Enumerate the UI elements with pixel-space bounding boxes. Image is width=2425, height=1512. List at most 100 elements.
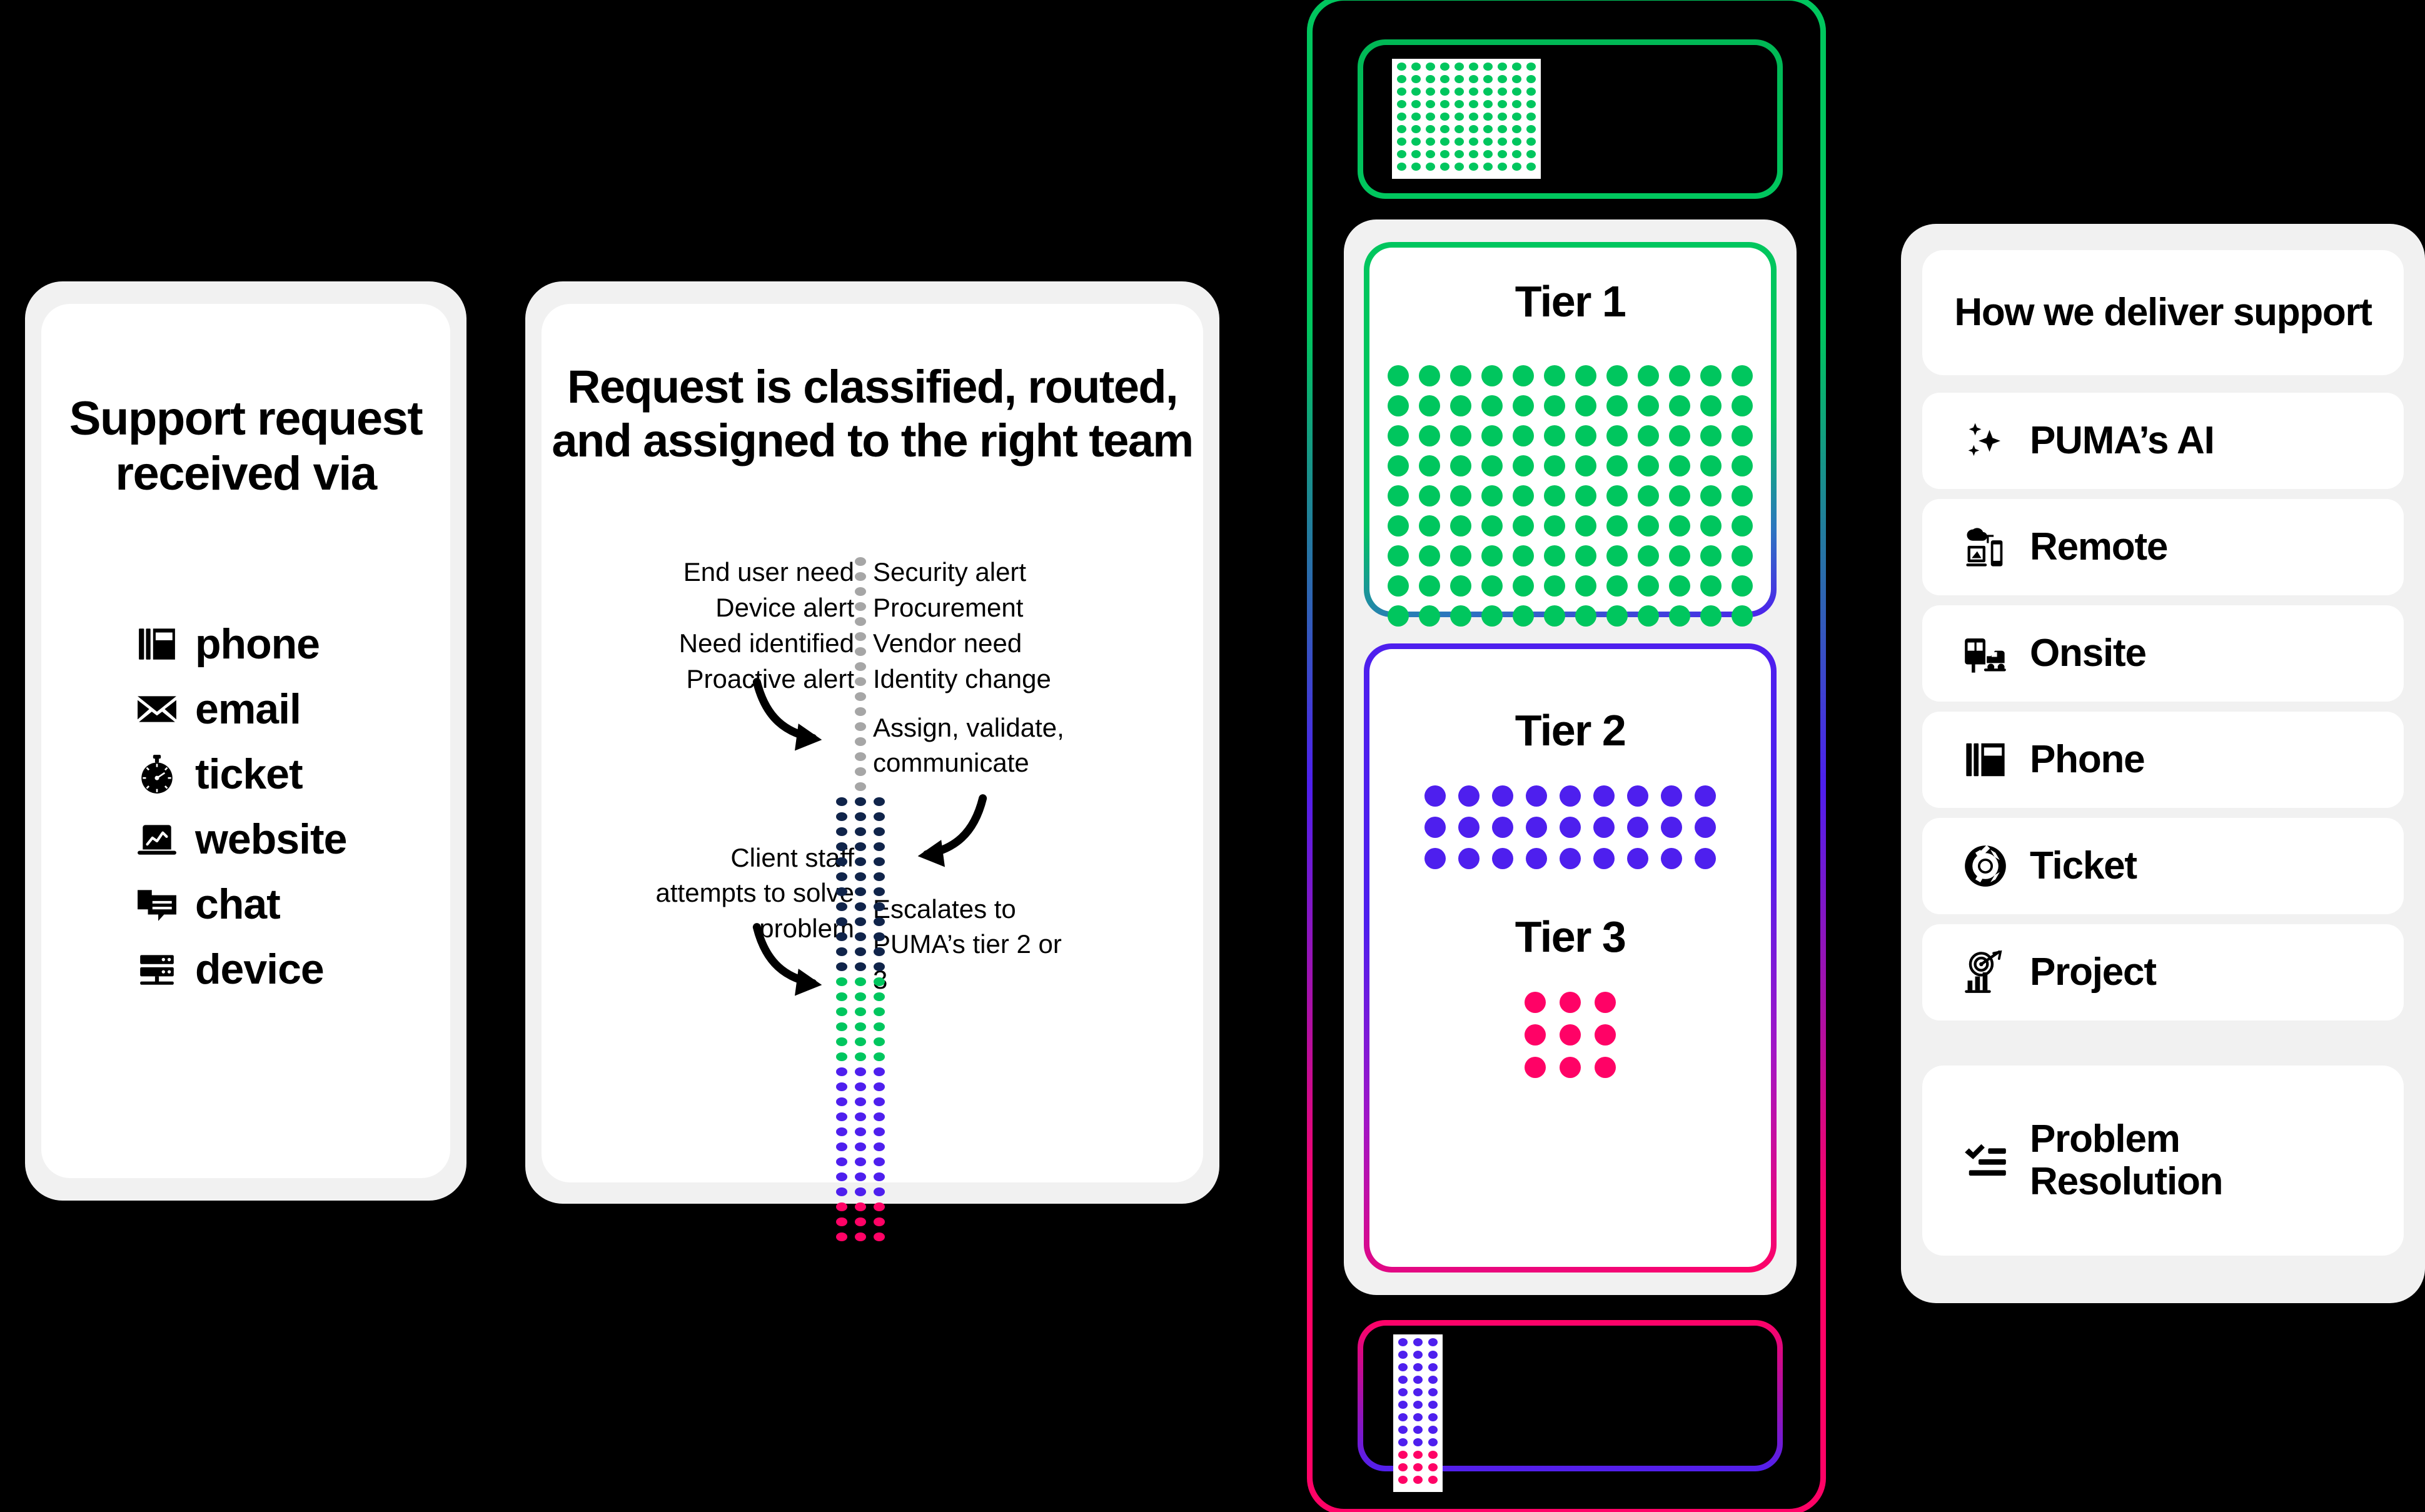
intake-item-label: website xyxy=(195,815,347,863)
tier-2-3-card: Tier 2 Tier 3 xyxy=(1364,643,1777,1273)
deliver-title: How we deliver support xyxy=(1954,291,2372,335)
spine-row-tier-2 xyxy=(836,1184,885,1199)
dot xyxy=(1700,395,1722,416)
routing-dot-spine xyxy=(830,554,890,1244)
dot xyxy=(1481,515,1503,537)
spine-dot xyxy=(874,1187,885,1196)
spine-dot xyxy=(855,1097,866,1106)
flow-arrow-down-2 xyxy=(898,793,992,874)
dot xyxy=(1695,848,1716,869)
tier-stub-top-inner xyxy=(1363,45,1777,193)
spine-dot xyxy=(855,947,866,956)
spine-dot xyxy=(855,602,866,611)
stub-dot xyxy=(1428,1463,1438,1471)
stub-dot xyxy=(1440,63,1449,71)
stub-dot xyxy=(1440,163,1449,171)
deliver-item-problem-resolution[interactable]: Problem Resolution xyxy=(1922,1066,2404,1256)
spine-dot xyxy=(836,1082,847,1091)
spine-dot xyxy=(855,1157,866,1166)
dot xyxy=(1560,1057,1581,1078)
spine-dot xyxy=(874,1217,885,1226)
spine-dot xyxy=(855,587,866,596)
spine-dot xyxy=(874,1172,885,1181)
dot xyxy=(1481,575,1503,597)
stub-dot xyxy=(1483,100,1493,108)
stub-dot xyxy=(1512,125,1521,133)
intake-item-website: website xyxy=(135,812,347,867)
stub-dot-row xyxy=(1398,1463,1438,1471)
spine-row-assigned xyxy=(836,854,885,869)
stub-dot xyxy=(1469,63,1478,71)
deliver-item-project[interactable]: Project xyxy=(1922,924,2404,1021)
stub-dot xyxy=(1413,1476,1423,1484)
intake-item-label: device xyxy=(195,945,325,993)
dot xyxy=(1638,425,1659,446)
stub-dot xyxy=(1498,88,1507,96)
dot xyxy=(1700,485,1722,507)
dot-row xyxy=(1388,395,1753,416)
spine-row-incoming xyxy=(855,674,866,689)
stub-dot xyxy=(1428,1438,1438,1446)
spine-row-assigned xyxy=(836,824,885,839)
dot xyxy=(1575,545,1596,567)
tier-stub-bottom-inner xyxy=(1363,1326,1777,1492)
dot xyxy=(1544,485,1565,507)
dot xyxy=(1419,575,1440,597)
intake-item-email: email xyxy=(135,682,346,737)
deliver-item-remote[interactable]: Remote xyxy=(1922,499,2404,595)
stub-dot xyxy=(1428,1363,1438,1371)
dot-row xyxy=(1424,817,1716,838)
dot xyxy=(1525,992,1546,1013)
stub-dot xyxy=(1398,1476,1408,1484)
stub-dot xyxy=(1413,1451,1423,1459)
stub-dot xyxy=(1397,125,1406,133)
dot xyxy=(1606,425,1628,446)
spine-dot xyxy=(855,632,866,641)
stopwatch-icon xyxy=(135,752,179,796)
stub-dot xyxy=(1454,75,1464,83)
dot xyxy=(1669,545,1690,567)
spine-row-incoming xyxy=(855,704,866,719)
stub-dot xyxy=(1454,113,1464,121)
stub-dot xyxy=(1413,1363,1423,1371)
stub-dot xyxy=(1512,63,1521,71)
dot xyxy=(1388,545,1409,567)
stub-dot xyxy=(1398,1463,1408,1471)
stub-dot xyxy=(1411,88,1421,96)
dot xyxy=(1575,455,1596,476)
stub-dot xyxy=(1426,150,1435,158)
stub-dot xyxy=(1413,1463,1423,1471)
stub-dot xyxy=(1428,1401,1438,1409)
spine-dot xyxy=(855,797,866,806)
spine-dot xyxy=(874,1022,885,1031)
spine-row-tier-2 xyxy=(836,1064,885,1079)
spine-row-client-solved xyxy=(836,989,885,1004)
spine-row-tier-2 xyxy=(836,1154,885,1169)
spine-dot xyxy=(836,1112,847,1121)
dot xyxy=(1544,605,1565,627)
dot xyxy=(1669,515,1690,537)
spine-dot xyxy=(855,1037,866,1046)
stub-dot xyxy=(1411,125,1421,133)
stub-dot xyxy=(1397,88,1406,96)
dot xyxy=(1419,485,1440,507)
deliver-item-puma-ai[interactable]: PUMA’s AI xyxy=(1922,393,2404,489)
spine-dot xyxy=(855,962,866,971)
stub-dot xyxy=(1512,88,1521,96)
stub-dot-row xyxy=(1398,1338,1438,1346)
deliver-item-ticket[interactable]: Ticket xyxy=(1922,818,2404,914)
dot xyxy=(1450,395,1471,416)
dot xyxy=(1560,1024,1581,1046)
dot xyxy=(1669,395,1690,416)
stub-dot xyxy=(1413,1438,1423,1446)
dot xyxy=(1513,365,1534,386)
deliver-item-onsite[interactable]: Onsite xyxy=(1922,605,2404,702)
tier-stub-bottom xyxy=(1358,1320,1783,1492)
deliver-item-label: Project xyxy=(2030,950,2157,994)
deliver-item-phone[interactable]: Phone xyxy=(1922,712,2404,808)
tier-1-dot-grid xyxy=(1369,365,1771,635)
dot xyxy=(1513,605,1534,627)
stub-dot-row xyxy=(1398,1426,1438,1434)
spine-dot xyxy=(836,872,847,881)
spine-dot xyxy=(855,1187,866,1196)
